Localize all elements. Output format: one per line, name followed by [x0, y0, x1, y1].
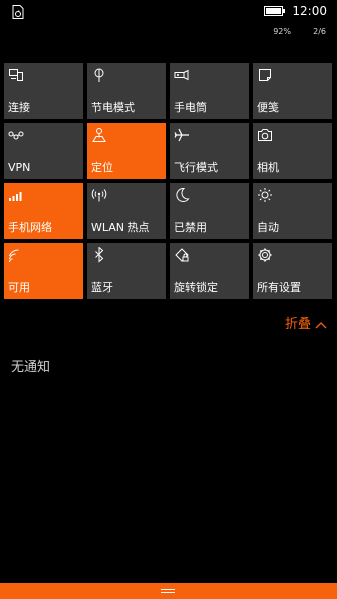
brightness-icon	[258, 188, 272, 202]
sync-status-icon	[12, 5, 24, 19]
airplane-icon	[174, 128, 189, 142]
gear-icon	[258, 248, 272, 262]
tile-airplane[interactable]: 飞行模式	[170, 123, 249, 179]
chevron-up-icon	[315, 322, 327, 329]
wifi-icon	[9, 249, 19, 263]
battery-percentage: 92%	[273, 27, 291, 36]
tile-label: 已禁用	[174, 221, 207, 234]
tile-bluetooth[interactable]: 蓝牙	[87, 243, 166, 299]
tile-label: 飞行模式	[174, 161, 218, 174]
location-icon	[92, 128, 106, 142]
tile-label: 自动	[257, 221, 279, 234]
no-notifications-text: 无通知	[11, 360, 51, 375]
battery-saver-icon	[94, 68, 104, 82]
tile-note[interactable]: 便笺	[253, 63, 332, 119]
clock: 12:00	[292, 4, 327, 18]
tile-label: WLAN 热点	[91, 221, 150, 234]
vpn-icon	[8, 131, 24, 140]
tile-label: 手机网络	[8, 221, 52, 234]
tile-location[interactable]: 定位	[87, 123, 166, 179]
status-bar: 12:00 92% 2/6	[0, 0, 337, 44]
tile-wifi[interactable]: 可用	[4, 243, 83, 299]
camera-icon	[258, 129, 272, 141]
hotspot-icon	[91, 189, 107, 202]
tile-battery-saver[interactable]: 节电模式	[87, 63, 166, 119]
cellular-signal-icon	[9, 192, 22, 201]
tile-brightness[interactable]: 自动	[253, 183, 332, 239]
tile-rotation-lock[interactable]: 旋转锁定	[170, 243, 249, 299]
tile-label: 旋转锁定	[174, 281, 218, 294]
tile-label: VPN	[8, 161, 31, 174]
tile-label: 连接	[8, 101, 30, 114]
note-icon	[259, 69, 271, 81]
collapse-label: 折叠	[284, 317, 311, 332]
tile-label: 手电筒	[174, 101, 207, 114]
quick-actions-grid: 连接 节电模式 手电筒 便笺 VPN 定位 飞行模式 相机 手机网络 WLAN …	[4, 63, 334, 299]
tile-label: 节电模式	[91, 101, 135, 114]
tile-all-settings[interactable]: 所有设置	[253, 243, 332, 299]
tile-camera[interactable]: 相机	[253, 123, 332, 179]
tile-flashlight[interactable]: 手电筒	[170, 63, 249, 119]
connect-icon	[9, 69, 23, 81]
moon-icon	[176, 187, 190, 202]
tile-connect[interactable]: 连接	[4, 63, 83, 119]
tile-label: 所有设置	[257, 281, 301, 294]
tile-label: 可用	[8, 281, 30, 294]
tile-quiet-hours[interactable]: 已禁用	[170, 183, 249, 239]
tile-cellular[interactable]: 手机网络	[4, 183, 83, 239]
tile-label: 蓝牙	[91, 281, 113, 294]
tile-hotspot[interactable]: WLAN 热点	[87, 183, 166, 239]
tile-vpn[interactable]: VPN	[4, 123, 83, 179]
battery-icon	[264, 6, 286, 16]
flashlight-icon	[174, 69, 189, 81]
tile-label: 定位	[91, 161, 113, 174]
bluetooth-icon	[95, 247, 104, 263]
page-indicator: 2/6	[313, 27, 326, 36]
drag-handle-bar[interactable]	[0, 583, 337, 599]
rotation-lock-icon	[175, 248, 189, 262]
tile-label: 便笺	[257, 101, 279, 114]
tile-label: 相机	[257, 161, 279, 174]
grip-icon	[161, 589, 175, 593]
collapse-button[interactable]: 折叠	[285, 316, 327, 334]
